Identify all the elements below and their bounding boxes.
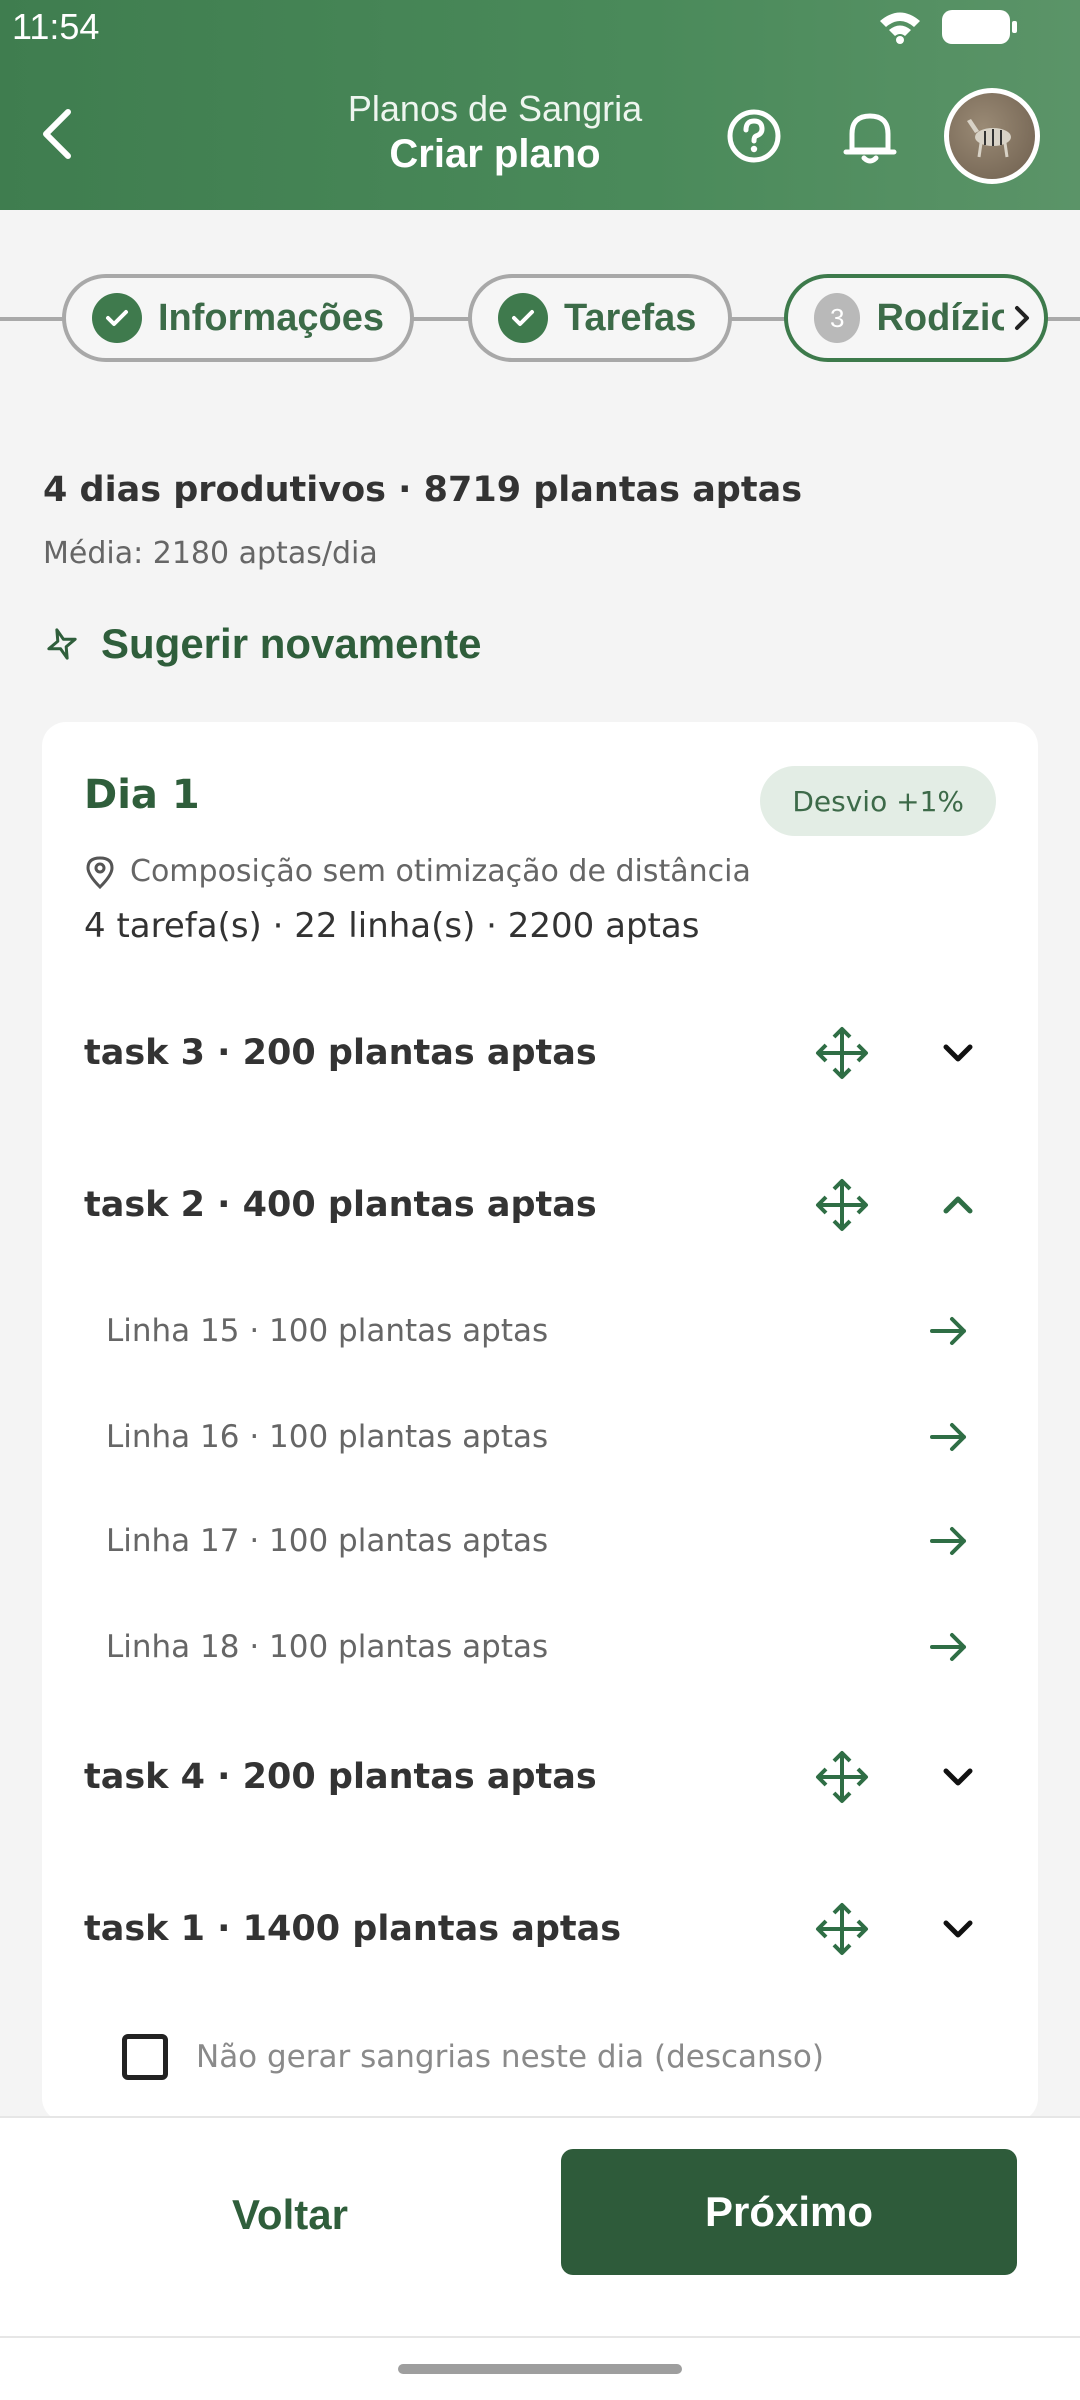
step-informacoes[interactable]: Informações	[62, 274, 414, 362]
wifi-icon	[880, 12, 920, 44]
stepper-connector	[408, 317, 472, 321]
line-label: Linha 16 · 100 plantas aptas	[106, 1419, 549, 1455]
chevron-right-icon	[1015, 306, 1029, 330]
battery-icon	[942, 10, 1017, 44]
header-subtitle: Planos de Sangria	[347, 88, 643, 129]
drag-move-icon[interactable]	[814, 1177, 870, 1233]
step-label: Informações	[158, 296, 384, 339]
page-title: Criar plano	[389, 132, 601, 176]
arrow-right-icon[interactable]	[926, 1308, 972, 1354]
task-row[interactable]: task 2 · 400 plantas aptas	[84, 1160, 996, 1250]
line-label: Linha 18 · 100 plantas aptas	[106, 1629, 549, 1665]
composition-note: Composição sem otimização de distância	[84, 854, 751, 889]
check-icon	[498, 293, 548, 343]
step-label: Rodízio	[876, 296, 1004, 339]
step-label: Tarefas	[564, 296, 697, 339]
chevron-down-icon[interactable]	[934, 1905, 982, 1953]
drag-move-icon[interactable]	[814, 1901, 870, 1957]
chevron-down-icon[interactable]	[934, 1753, 982, 1801]
plan-average: Média: 2180 aptas/dia	[43, 536, 378, 571]
home-indicator[interactable]	[398, 2364, 682, 2374]
task-label: task 3 · 200 plantas aptas	[84, 1033, 597, 1073]
rest-day-option[interactable]: Não gerar sangrias neste dia (descanso)	[122, 2034, 824, 2080]
bottom-action-bar: Voltar Próximo	[0, 2116, 1080, 2336]
help-icon[interactable]	[726, 108, 782, 164]
stepper-connector	[728, 317, 788, 321]
chevron-up-icon[interactable]	[934, 1181, 982, 1229]
deviation-badge: Desvio +1%	[760, 766, 996, 836]
line-item[interactable]: Linha 15 · 100 plantas aptas	[106, 1296, 986, 1366]
header-title-block: Planos de Sangria Criar plano	[295, 88, 695, 177]
app-header: 11:54 Planos de Sangria Criar plano	[0, 0, 1080, 210]
arrow-right-icon[interactable]	[926, 1624, 972, 1670]
step-tarefas[interactable]: Tarefas	[468, 274, 732, 362]
stepper-connector	[1044, 317, 1080, 321]
step-number: 3	[814, 293, 861, 343]
status-time: 11:54	[12, 6, 100, 47]
back-button[interactable]: Voltar	[40, 2154, 540, 2276]
rest-day-label: Não gerar sangrias neste dia (descanso)	[196, 2039, 824, 2075]
rest-day-checkbox[interactable]	[122, 2034, 168, 2080]
suggest-again-label: Sugerir novamente	[101, 620, 482, 667]
arrow-right-icon[interactable]	[926, 1518, 972, 1564]
task-label: task 4 · 200 plantas aptas	[84, 1757, 597, 1797]
system-nav-bar	[0, 2336, 1080, 2400]
check-icon	[92, 293, 142, 343]
day-card: Dia 1 Desvio +1% Composição sem otimizaç…	[42, 722, 1038, 2122]
task-row[interactable]: task 1 · 1400 plantas aptas	[84, 1884, 996, 1974]
status-icons	[878, 10, 1017, 44]
day-title: Dia 1	[84, 772, 200, 818]
plan-summary: 4 dias produtivos · 8719 plantas aptas	[43, 470, 803, 510]
task-row[interactable]: task 3 · 200 plantas aptas	[84, 1008, 996, 1098]
suggest-again-button[interactable]: Sugerir novamente	[43, 620, 481, 668]
next-button[interactable]: Próximo	[561, 2149, 1017, 2275]
line-item[interactable]: Linha 16 · 100 plantas aptas	[106, 1402, 986, 1472]
task-label: task 2 · 400 plantas aptas	[84, 1185, 597, 1225]
back-arrow-icon[interactable]	[34, 104, 82, 164]
chevron-down-icon[interactable]	[934, 1029, 982, 1077]
task-label: task 1 · 1400 plantas aptas	[84, 1909, 622, 1949]
line-label: Linha 15 · 100 plantas aptas	[106, 1313, 549, 1349]
drag-move-icon[interactable]	[814, 1749, 870, 1805]
task-row[interactable]: task 4 · 200 plantas aptas	[84, 1732, 996, 1822]
stepper-connector	[0, 317, 64, 321]
notification-bell-icon[interactable]	[842, 108, 898, 166]
composition-text: Composição sem otimização de distância	[130, 854, 751, 889]
location-pin-icon	[86, 855, 114, 889]
day-counts: 4 tarefa(s) · 22 linha(s) · 2200 aptas	[84, 906, 700, 946]
progress-stepper: Informações Tarefas 3 Rodízio	[0, 270, 1080, 370]
arrow-right-icon[interactable]	[926, 1414, 972, 1460]
zebra-avatar-icon	[967, 119, 1011, 158]
step-rodizio[interactable]: 3 Rodízio	[784, 274, 1048, 362]
user-avatar[interactable]	[944, 88, 1040, 184]
drag-move-icon[interactable]	[814, 1025, 870, 1081]
line-label: Linha 17 · 100 plantas aptas	[106, 1523, 549, 1559]
line-item[interactable]: Linha 17 · 100 plantas aptas	[106, 1506, 986, 1576]
line-item[interactable]: Linha 18 · 100 plantas aptas	[106, 1612, 986, 1682]
magic-wand-icon	[47, 628, 77, 660]
